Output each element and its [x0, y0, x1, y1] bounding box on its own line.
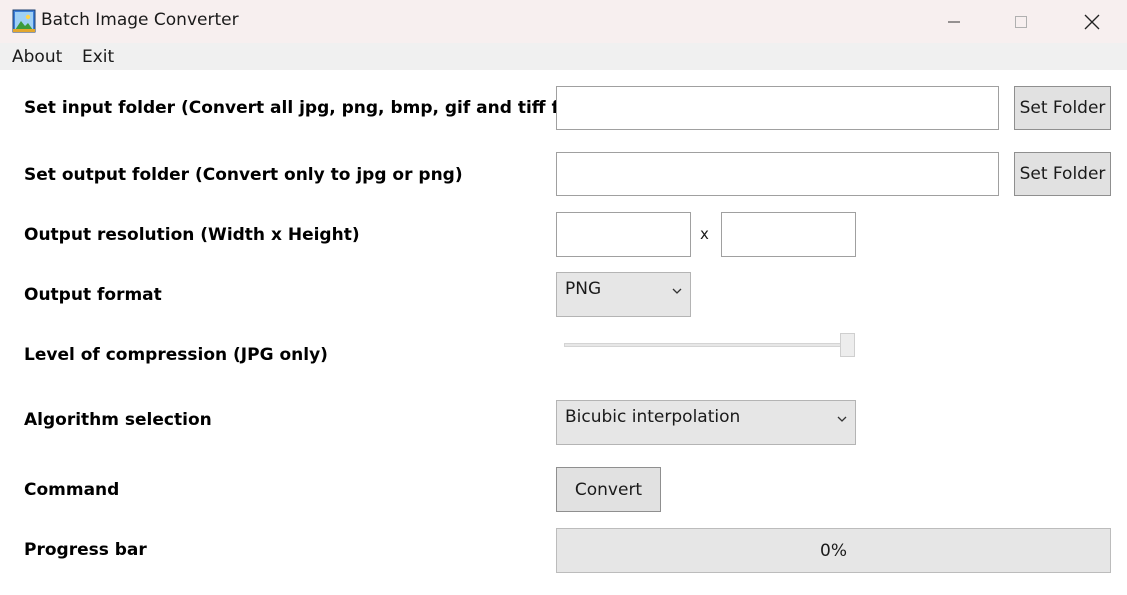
- compression-slider-thumb[interactable]: [840, 333, 855, 357]
- chevron-down-icon: [837, 416, 847, 422]
- menu-item-exit[interactable]: Exit: [82, 47, 114, 67]
- command-label: Command: [24, 480, 120, 500]
- maximize-icon: [1015, 15, 1027, 28]
- minimize-icon: [948, 21, 960, 22]
- input-folder-label: Set input folder (Convert all jpg, png, …: [24, 98, 600, 118]
- title-bar: Batch Image Converter: [0, 0, 1127, 43]
- compression-label: Level of compression (JPG only): [24, 345, 328, 365]
- close-button[interactable]: [1069, 0, 1115, 43]
- compression-slider-track[interactable]: [564, 343, 850, 347]
- minimize-button[interactable]: [931, 0, 977, 43]
- width-field[interactable]: [556, 212, 691, 257]
- progress-bar: 0%: [556, 528, 1111, 573]
- progress-text: 0%: [820, 541, 847, 561]
- output-folder-label: Set output folder (Convert only to jpg o…: [24, 165, 463, 185]
- algorithm-select[interactable]: Bicubic interpolation: [556, 400, 856, 445]
- maximize-button[interactable]: [998, 0, 1044, 43]
- window-title: Batch Image Converter: [41, 10, 239, 30]
- algorithm-value: Bicubic interpolation: [565, 407, 741, 427]
- set-input-folder-button[interactable]: Set Folder: [1014, 86, 1111, 130]
- menu-bar: About Exit: [0, 43, 1127, 70]
- output-format-select[interactable]: PNG: [556, 272, 691, 317]
- algorithm-label: Algorithm selection: [24, 410, 212, 430]
- output-format-label: Output format: [24, 285, 162, 305]
- output-format-value: PNG: [565, 279, 602, 299]
- landscape-image-icon: [12, 9, 36, 33]
- convert-button[interactable]: Convert: [556, 467, 661, 512]
- set-output-folder-button[interactable]: Set Folder: [1014, 152, 1111, 196]
- progress-label: Progress bar: [24, 540, 147, 560]
- input-folder-field[interactable]: [556, 86, 999, 130]
- resolution-separator: x: [700, 225, 709, 243]
- close-icon: [1084, 14, 1100, 29]
- resolution-label: Output resolution (Width x Height): [24, 225, 360, 245]
- output-folder-field[interactable]: [556, 152, 999, 196]
- chevron-down-icon: [672, 288, 682, 294]
- menu-item-about[interactable]: About: [12, 47, 62, 67]
- height-field[interactable]: [721, 212, 856, 257]
